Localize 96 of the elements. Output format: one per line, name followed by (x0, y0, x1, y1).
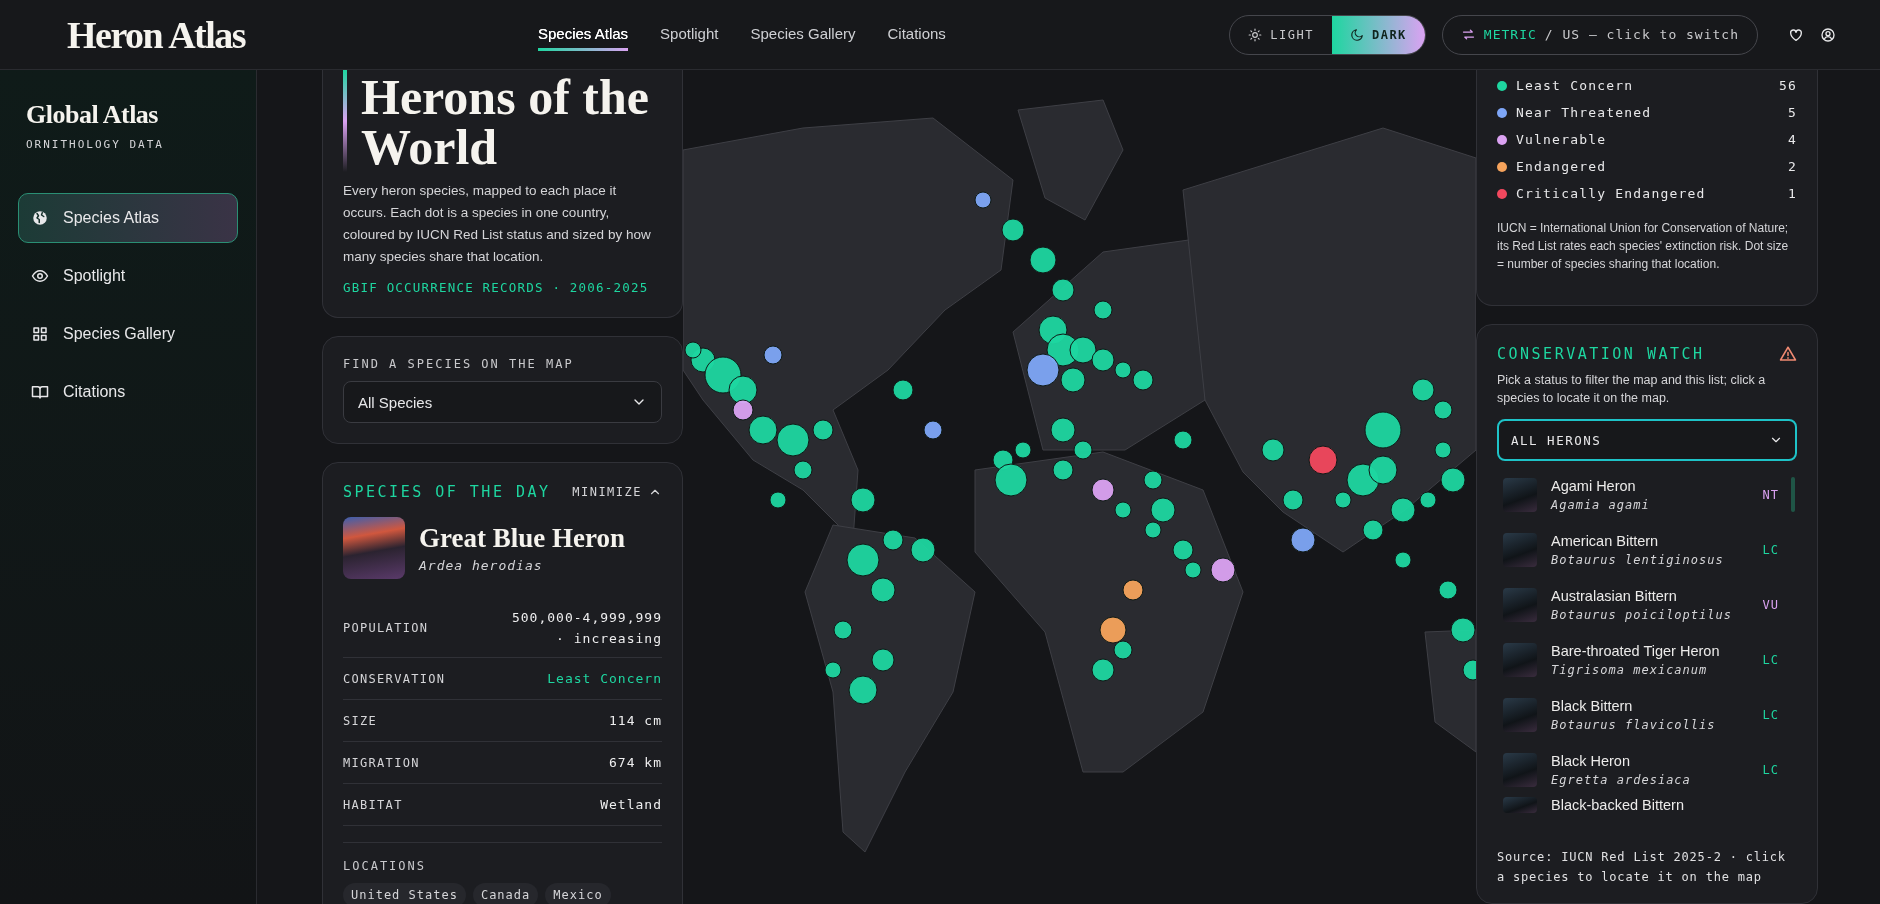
photo-placeholder (343, 517, 405, 579)
species-name: Black Heron (1551, 752, 1631, 769)
species-name: Bare-throated Tiger Heron (1551, 642, 1720, 659)
source-note: Source: IUCN Red List 2025-2 · click a species to locate it on the map (1497, 849, 1787, 886)
legend-count: 2 (1787, 159, 1797, 174)
intro-text: Every heron species, mapped to each place it occurs. Each dot is a species in one country, coloured by IUCN Red List status and sized by how many species share that location. (343, 182, 652, 266)
scientific-name: Botaurus poiciloptilus (1551, 607, 1732, 622)
heart-icon (1788, 26, 1804, 43)
species-name: Australasian Bittern (1551, 587, 1678, 604)
legend-count: 56 (1778, 78, 1797, 93)
nav-tab[interactable]: Spotlight (660, 18, 719, 51)
species-list-item[interactable]: American Bittern Botaurus lentiginosus LC (1497, 522, 1785, 577)
legend-label: Critically Endangered (1516, 186, 1706, 201)
legend-label: Vulnerable (1516, 132, 1607, 147)
grid-icon (31, 325, 49, 343)
legend-label: Least Concern (1516, 78, 1634, 93)
species-name: Black Bittern (1551, 697, 1634, 714)
fact-label: CONSERVATION (343, 671, 446, 686)
sidebar-item[interactable]: Citations (18, 367, 238, 417)
species-name: Great Blue Heron (419, 523, 625, 554)
status-code: LC (1762, 652, 1779, 667)
fact-value: Wetland (600, 796, 662, 814)
legend-label: Near Threatened (1516, 105, 1652, 120)
status-code: VU (1762, 597, 1779, 612)
theme-option[interactable]: DARK (1331, 15, 1425, 54)
globe-icon (31, 209, 49, 227)
fact-label: HABITAT (343, 797, 403, 812)
location-tag: United States (343, 883, 466, 904)
fact-label: MIGRATION (343, 755, 420, 770)
watch-description: Pick a status to filter the map and this list; click a species to locate it on the map. (1497, 372, 1767, 407)
nav-tab[interactable]: Citations (887, 18, 946, 51)
page-title: Herons of the World (361, 70, 650, 172)
status-code: LC (1762, 707, 1779, 722)
photo-placeholder (1503, 532, 1537, 567)
species-name: Agami Heron (1551, 477, 1637, 494)
legend-count: 4 (1787, 132, 1797, 147)
field-label: FIND A SPECIES ON THE MAP (343, 357, 575, 371)
location-tag: Mexico (545, 883, 611, 904)
sidebar-item[interactable]: Spotlight (18, 251, 238, 301)
species-name: Black-backed Bittern (1551, 797, 1684, 813)
species-list-item[interactable]: Agami Heron Agamia agami NT (1497, 467, 1785, 522)
photo-placeholder (1503, 642, 1537, 677)
sidebar-item[interactable]: Species Atlas (18, 193, 238, 243)
warning-icon (1779, 345, 1797, 363)
species-list-item[interactable]: Bare-throated Tiger Heron Tigrisoma mexicanum LC (1497, 632, 1785, 687)
status-filter-dropdown[interactable]: ALL HERONS (1497, 419, 1797, 461)
fact-label: SIZE (343, 713, 378, 728)
species-list-item[interactable]: Black Bittern Botaurus flavicollis LC (1497, 687, 1785, 742)
fact-value: 674 km (609, 754, 662, 772)
photo-placeholder (1503, 752, 1537, 787)
species-dropdown[interactable]: All Species (343, 381, 662, 423)
scientific-name: Botaurus lentiginosus (1551, 552, 1724, 567)
locations-label: LOCATIONS (343, 859, 428, 873)
theme-option[interactable]: LIGHT (1230, 15, 1332, 54)
scientific-name: Agamia agami (1551, 497, 1650, 512)
swap-arrows-icon (1460, 27, 1476, 42)
photo-placeholder (1503, 697, 1537, 732)
status-code: LC (1762, 542, 1779, 557)
moon-icon (1349, 27, 1364, 42)
nav-tab[interactable]: Species Gallery (750, 18, 856, 51)
fact-value: 114 cm (609, 712, 662, 730)
nav-tab[interactable]: Species Atlas (538, 18, 629, 51)
photo-placeholder (1503, 797, 1537, 813)
photo-placeholder (1503, 587, 1537, 622)
minimize-button[interactable]: MINIMIZE (572, 485, 662, 499)
scientific-name: Tigrisoma mexicanum (1551, 662, 1709, 677)
user-icon (1820, 26, 1836, 43)
species-list-item[interactable]: Black Heron Egretta ardesiaca LC (1497, 742, 1785, 797)
status-code: LC (1762, 762, 1779, 777)
fact-value: 500,000-4,999,999 · increasing (510, 609, 662, 648)
card-heading: CONSERVATION WATCH (1497, 345, 1705, 363)
fact-value: Least Concern (547, 670, 662, 688)
legend-note: IUCN = International Union for Conservation of Nature; its Red List rates each species' extinction risk. Dot size = number of species sharing that location. (1497, 220, 1790, 273)
legend-count: 1 (1787, 186, 1797, 201)
sidebar-item[interactable]: Species Gallery (18, 309, 238, 359)
card-heading: SPECIES OF THE DAY (343, 483, 551, 501)
fact-label: POPULATION (343, 621, 429, 635)
sidebar-title: Global Atlas (26, 100, 159, 130)
scientific-name: Ardea herodias (419, 558, 544, 573)
location-tag: Canada (472, 883, 539, 904)
eye-icon (31, 267, 49, 285)
app-logo: Heron Atlas (67, 12, 247, 57)
sidebar-subtitle: ORNITHOLOGY DATA (26, 138, 165, 151)
species-list-item[interactable]: Black-backed Bittern (1497, 797, 1785, 827)
species-name: American Bittern (1551, 532, 1660, 549)
sun-icon (1248, 27, 1263, 42)
scientific-name: Egretta ardesiaca (1551, 772, 1691, 787)
data-source: GBIF OCCURRENCE RECORDS · 2006-2025 (343, 280, 650, 295)
scientific-name: Botaurus flavicollis (1551, 717, 1716, 732)
photo-placeholder (1503, 477, 1537, 512)
legend-label: Endangered (1516, 159, 1607, 174)
legend-count: 5 (1787, 105, 1797, 120)
status-code: NT (1762, 487, 1779, 502)
species-list-item[interactable]: Australasian Bittern Botaurus poiciloptilus VU (1497, 577, 1785, 632)
book-icon (31, 383, 49, 401)
scrollbar-thumb[interactable] (1791, 477, 1795, 512)
